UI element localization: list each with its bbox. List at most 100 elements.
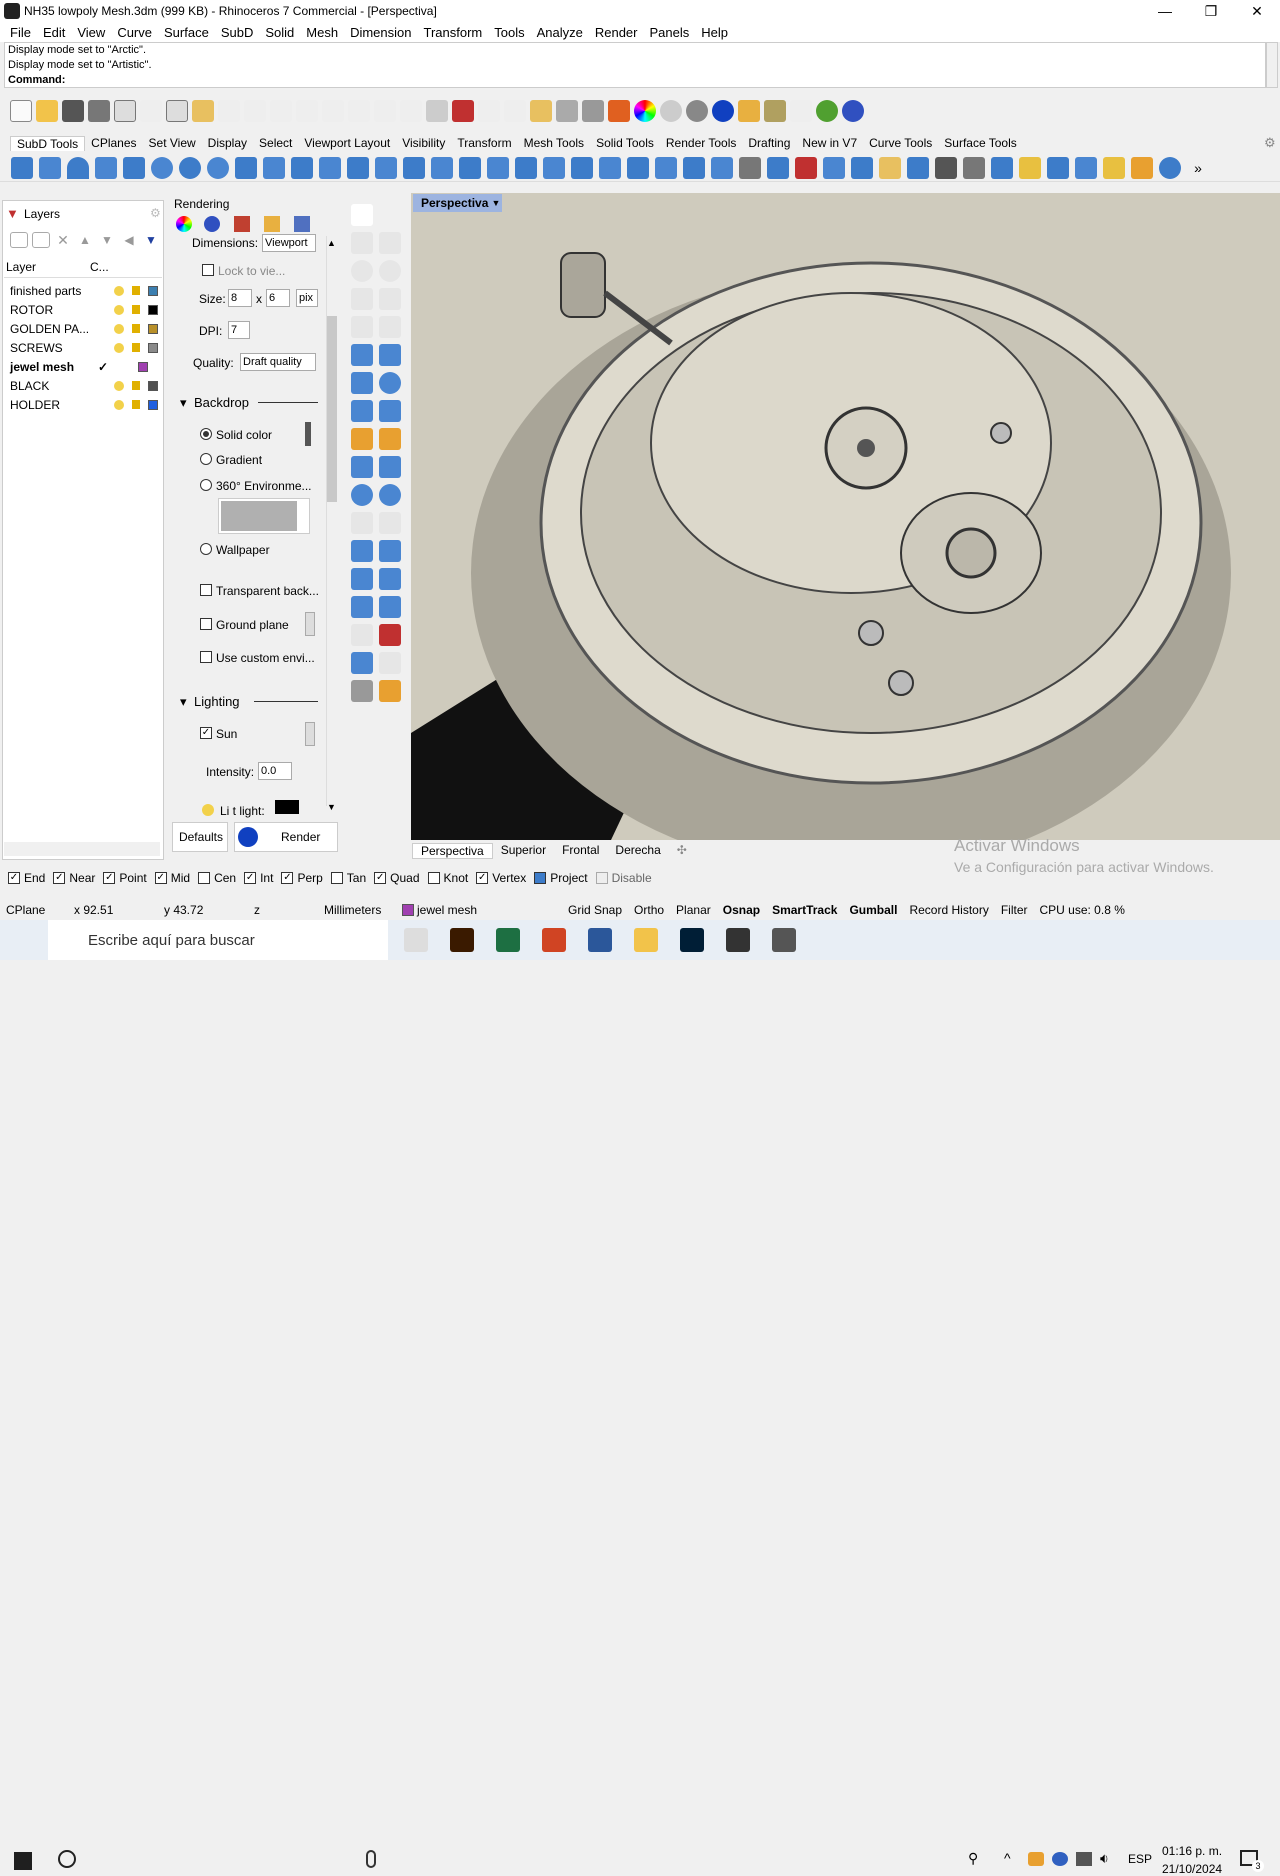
osnap-checkbox[interactable]: ✓ — [374, 872, 387, 884]
custom-environment-checkbox[interactable] — [200, 651, 212, 663]
move-parent-icon[interactable]: ◀ — [120, 232, 138, 248]
subd-tool-icon[interactable] — [795, 156, 817, 179]
zoom-selected-icon[interactable] — [374, 100, 396, 122]
snap-icon[interactable] — [790, 100, 812, 122]
subd-tool-icon[interactable] — [1019, 156, 1041, 179]
subd-cone-icon[interactable] — [67, 156, 89, 179]
osnap-checkbox[interactable]: ✓ — [103, 872, 116, 884]
surface-icon[interactable] — [351, 344, 373, 366]
subd-tool-icon[interactable] — [627, 156, 649, 179]
subd-tool-icon[interactable] — [879, 156, 901, 179]
lock-viewport-checkbox[interactable] — [202, 264, 214, 276]
check-icon[interactable] — [379, 652, 401, 674]
current-layer-status[interactable]: jewel mesh — [396, 903, 562, 917]
move-up-icon[interactable]: ▲ — [76, 232, 94, 248]
wallpaper-radio[interactable] — [200, 543, 212, 555]
lock-icon[interactable] — [132, 381, 140, 390]
osnap-perp[interactable]: ✓ Perp — [281, 871, 323, 885]
menu-view[interactable]: View — [71, 25, 111, 40]
gradient-radio[interactable] — [200, 453, 212, 465]
tab-new-in-v7[interactable]: New in V7 — [796, 136, 863, 150]
volume-icon[interactable]: 🔉︎ — [1100, 1850, 1109, 1867]
bulb-icon[interactable] — [582, 100, 604, 122]
layer-row-current[interactable]: jewel mesh ✓ — [4, 357, 162, 376]
subd-tool-icon[interactable] — [347, 156, 369, 179]
subd-ellipsoid-icon[interactable] — [179, 156, 201, 179]
grasshopper-icon[interactable] — [816, 100, 838, 122]
gear-icon[interactable] — [351, 428, 373, 450]
layer-row[interactable]: GOLDEN PA... — [4, 319, 162, 338]
tab-visibility[interactable]: Visibility — [396, 136, 451, 150]
subd-tool-icon[interactable] — [1159, 156, 1181, 179]
zoom-window-icon[interactable] — [322, 100, 344, 122]
powerpoint-icon[interactable] — [542, 928, 566, 952]
extrude-icon[interactable] — [351, 456, 373, 478]
delete-layer-icon[interactable]: ✕ — [54, 232, 72, 248]
materials-tab-icon[interactable] — [234, 216, 250, 232]
trim-icon[interactable] — [351, 512, 373, 534]
layer-row[interactable]: finished parts — [4, 281, 162, 300]
car-icon[interactable] — [452, 100, 474, 122]
undo-view-icon[interactable] — [400, 100, 422, 122]
subd-tool-icon[interactable] — [375, 156, 397, 179]
scroll-up-icon[interactable]: ▲ — [327, 238, 336, 248]
subd-tool-icon[interactable] — [571, 156, 593, 179]
rectangle-icon[interactable] — [379, 288, 401, 310]
restore-button[interactable]: ❐ — [1188, 0, 1234, 22]
textures-tab-icon[interactable] — [264, 216, 280, 232]
osnap-knot[interactable]: Knot — [427, 871, 468, 885]
circle-icon[interactable] — [351, 260, 373, 282]
rhino-taskbar-icon[interactable] — [772, 928, 796, 952]
menu-edit[interactable]: Edit — [37, 25, 71, 40]
solid-icon[interactable] — [351, 596, 373, 618]
menu-file[interactable]: File — [4, 25, 37, 40]
osnap-checkbox[interactable]: ✓ — [244, 872, 257, 884]
clock-time[interactable]: 01:16 p. m. — [1162, 1844, 1222, 1858]
subd-tool-icon[interactable] — [403, 156, 425, 179]
rendering-scroll-thumb[interactable] — [327, 316, 337, 502]
filter-icon[interactable]: ▼ — [142, 232, 160, 248]
osnap-toggle[interactable]: Osnap — [717, 903, 766, 917]
subd-tool-icon[interactable] — [487, 156, 509, 179]
tab-surface-tools[interactable]: Surface Tools — [938, 136, 1023, 150]
layer-color-swatch[interactable] — [148, 285, 158, 296]
subd-tool-icon[interactable] — [1075, 156, 1097, 179]
menu-solid[interactable]: Solid — [259, 25, 300, 40]
gumball-icon[interactable] — [379, 624, 401, 646]
move-down-icon[interactable]: ▼ — [98, 232, 116, 248]
close-button[interactable]: ✕ — [1234, 0, 1280, 22]
tab-cplanes[interactable]: CPlanes — [85, 136, 142, 150]
osnap-checkbox[interactable]: ✓ — [281, 872, 294, 884]
dimension-icon[interactable] — [379, 568, 401, 590]
osnap-quad[interactable]: ✓ Quad — [374, 871, 420, 885]
size-width-input[interactable]: 8 — [228, 289, 252, 307]
layer-row[interactable]: ROTOR — [4, 300, 162, 319]
render-settings-tab-icon[interactable] — [176, 216, 192, 232]
language-indicator[interactable]: ESP — [1128, 1852, 1152, 1866]
zoom-icon[interactable] — [296, 100, 318, 122]
grid-array-icon[interactable] — [351, 624, 373, 646]
layer-color-swatch[interactable] — [148, 304, 158, 315]
osnap-checkbox[interactable]: ✓ — [8, 872, 20, 884]
viewport-tab-frontal[interactable]: Frontal — [554, 843, 607, 859]
menu-subd[interactable]: SubD — [215, 25, 260, 40]
osnap-near[interactable]: ✓ Near — [53, 871, 95, 885]
record-history-toggle[interactable]: Record History — [903, 903, 994, 917]
environment-radio[interactable] — [200, 479, 212, 491]
text-icon[interactable] — [351, 540, 373, 562]
transparent-background-checkbox[interactable] — [200, 584, 212, 596]
subd-tool-icon[interactable] — [963, 156, 985, 179]
clock-date[interactable]: 21/10/2024 — [1162, 1862, 1222, 1876]
rendered-sphere-icon[interactable] — [686, 100, 708, 122]
save-icon[interactable] — [62, 100, 84, 122]
subd-tool-icon[interactable] — [459, 156, 481, 179]
subd-tool-icon[interactable] — [655, 156, 677, 179]
scale-icon[interactable] — [379, 540, 401, 562]
size-unit-select[interactable]: pix — [296, 289, 318, 307]
network-icon[interactable] — [1076, 1852, 1092, 1866]
layer-color-swatch[interactable] — [138, 361, 148, 372]
subd-tool-icon[interactable] — [823, 156, 845, 179]
loft-icon[interactable] — [379, 344, 401, 366]
subd-torus-icon[interactable] — [207, 156, 229, 179]
filter-toggle[interactable]: Filter — [995, 903, 1034, 917]
